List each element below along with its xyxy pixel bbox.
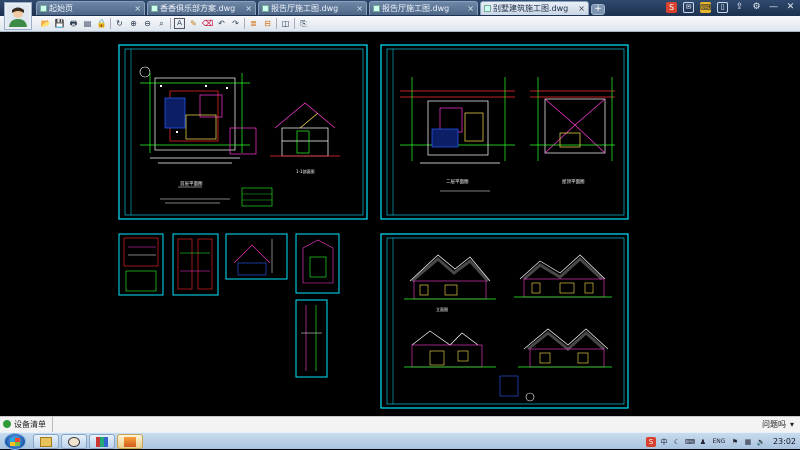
layers-stack-icon[interactable]: ◫ (280, 18, 291, 29)
sheet-ground-floor[interactable]: 首层平面图 1-1剖面图 (118, 44, 368, 220)
drawing-label: 屋顶平面图 (562, 179, 585, 185)
sogou-s-icon[interactable]: S (666, 2, 677, 13)
pencil-icon[interactable]: ✎ (188, 18, 199, 29)
cad-drawing-canvas[interactable]: 首层平面图 1-1剖面图 二层平面图 屋顶平面图 立面图 (0, 33, 800, 416)
keyboard-tray-icon[interactable]: ⌨ (685, 437, 695, 447)
settings-icon[interactable]: ⚙ (751, 2, 762, 13)
erase-icon[interactable]: ⌫ (202, 18, 213, 29)
taskbar-qq[interactable] (61, 434, 87, 449)
start-button[interactable] (4, 433, 26, 450)
tab-label: 香香俱乐部方案.dwg (160, 4, 236, 13)
system-tray: S 中 ☾ ⌨ ♟ ENG ⚑ ▦ 🔈 23:02 (645, 434, 796, 449)
sogou-tray-icon[interactable]: S (645, 436, 656, 447)
tab-label: 起始页 (49, 4, 73, 13)
lock-icon[interactable]: 🔒 (96, 18, 107, 29)
tab-label: 报告厅施工图.dwg (382, 4, 450, 13)
window-controls: S ✉ ⌨ ▯ ⇪ ⚙ — ✕ (666, 2, 796, 13)
explorer-icon (40, 436, 52, 447)
dwg-file-icon (151, 5, 158, 12)
message-icon[interactable]: ✉ (683, 2, 694, 13)
device-list-label: 设备清单 (14, 420, 46, 429)
save-icon[interactable]: 💾 (54, 18, 65, 29)
tab-label: 报告厅施工图.dwg (271, 4, 339, 13)
toolbar-separator (170, 18, 171, 29)
close-tab-icon[interactable]: × (467, 2, 474, 15)
close-tab-icon[interactable]: × (245, 2, 252, 15)
main-toolbar: 📂 💾 🖶 ▤ 🔒 ↻ ⊕ ⊖ ⌕ A ✎ ⌫ ↶ ↷ ≣ ⊟ ◫ ⎘ (0, 16, 800, 32)
tab-drawing-3[interactable]: 报告厅施工图.dwg × (369, 1, 478, 15)
sheet-details[interactable] (118, 233, 340, 378)
measure-icon[interactable]: ⊟ (262, 18, 273, 29)
document-tabs: 起始页 × 香香俱乐部方案.dwg × 报告厅施工图.dwg × 报告厅施工图.dwg… (36, 1, 605, 16)
toolbar-separator (276, 18, 277, 29)
phone-icon[interactable]: ▯ (717, 2, 728, 13)
device-list-button[interactable]: 设备清单 (0, 417, 53, 432)
sheet-elevations[interactable]: 立面图 (380, 233, 629, 409)
volume-icon[interactable]: 🔈 (756, 437, 766, 447)
dwg-file-icon (262, 5, 269, 12)
print-icon[interactable]: 🖶 (68, 18, 79, 29)
toolbar-separator (294, 18, 295, 29)
drawing-sheets: 首层平面图 1-1剖面图 二层平面图 屋顶平面图 立面图 (118, 44, 629, 409)
flag-icon[interactable]: ⚑ (730, 437, 740, 447)
toolbar-separator (244, 18, 245, 29)
redo-icon[interactable]: ↷ (230, 18, 241, 29)
avatar-icon (7, 5, 29, 27)
drawing-label: 二层平面图 (446, 179, 469, 185)
zoom-window-icon[interactable]: ⌕ (156, 18, 167, 29)
new-tab-button[interactable]: + (591, 4, 605, 15)
text-icon[interactable]: A (174, 18, 185, 29)
close-tab-icon[interactable]: × (356, 2, 363, 15)
zoom-out-icon[interactable]: ⊖ (142, 18, 153, 29)
moon-icon[interactable]: ☾ (672, 437, 682, 447)
title-bar: 起始页 × 香香俱乐部方案.dwg × 报告厅施工图.dwg × 报告厅施工图.dwg… (0, 0, 800, 30)
taskbar-books[interactable] (89, 434, 115, 449)
close-icon[interactable]: ✕ (785, 2, 796, 13)
dwg-file-icon (373, 5, 380, 12)
help-link[interactable]: 问题吗 (762, 417, 786, 432)
person-icon[interactable]: ♟ (698, 437, 708, 447)
tab-drawing-2[interactable]: 报告厅施工图.dwg × (258, 1, 367, 15)
sheet-upper-floor[interactable]: 二层平面图 屋顶平面图 (380, 44, 629, 220)
layer-icon[interactable]: ≣ (248, 18, 259, 29)
qq-icon (68, 436, 80, 447)
zoom-in-icon[interactable]: ⊕ (128, 18, 139, 29)
ime-switch-icon[interactable]: ENG (711, 437, 727, 447)
home-icon (40, 5, 47, 12)
windows-logo-icon (10, 438, 20, 446)
print-preview-icon[interactable]: ▤ (82, 18, 93, 29)
open-icon[interactable]: 📂 (40, 18, 51, 29)
status-ok-icon (3, 420, 11, 428)
tab-drawing-4[interactable]: 别墅建筑施工图.dwg × (480, 1, 589, 15)
undo-icon[interactable]: ↶ (216, 18, 227, 29)
chevron-down-icon[interactable]: ▾ (790, 417, 794, 432)
drawing-label: 首层平面图 (180, 180, 203, 187)
drawing-label: 1-1剖面图 (296, 168, 315, 174)
status-bar: 设备清单 问题吗 ▾ (0, 416, 800, 432)
dwg-file-icon (484, 5, 491, 12)
tab-start-page[interactable]: 起始页 × (36, 1, 145, 15)
close-tab-icon[interactable]: × (578, 2, 585, 15)
windows-taskbar: S 中 ☾ ⌨ ♟ ENG ⚑ ▦ 🔈 23:02 (0, 432, 800, 450)
taskbar-explorer[interactable] (33, 434, 59, 449)
tab-drawing-1[interactable]: 香香俱乐部方案.dwg × (147, 1, 256, 15)
rotate-icon[interactable]: ↻ (114, 18, 125, 29)
drawing-label: 立面图 (436, 306, 448, 312)
clock[interactable]: 23:02 (773, 437, 796, 446)
tab-label: 别墅建筑施工图.dwg (493, 4, 569, 13)
keyboard-icon[interactable]: ⌨ (700, 2, 712, 13)
network-icon[interactable]: ▦ (743, 437, 753, 447)
books-icon (96, 436, 108, 447)
user-avatar[interactable] (4, 2, 32, 30)
ime-tray-icon[interactable]: 中 (659, 437, 669, 447)
cad-viewer-icon (124, 436, 136, 447)
toolbar-separator (110, 18, 111, 29)
export-icon[interactable]: ⎘ (298, 18, 309, 29)
close-tab-icon[interactable]: × (134, 2, 141, 15)
taskbar-cad-viewer[interactable] (117, 434, 143, 449)
minimize-icon[interactable]: — (768, 2, 779, 13)
share-icon[interactable]: ⇪ (734, 2, 745, 13)
